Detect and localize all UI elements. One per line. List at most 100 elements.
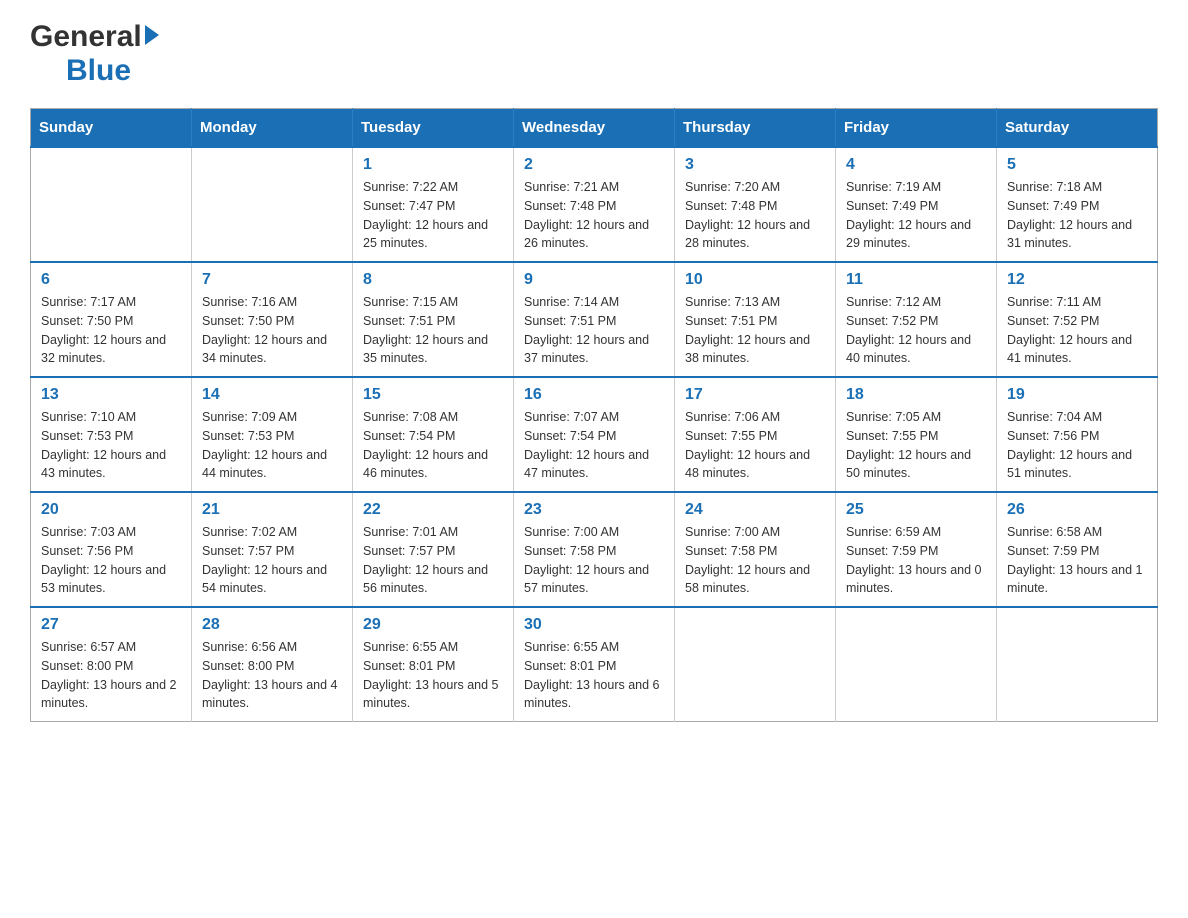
day-info: Sunrise: 7:02 AMSunset: 7:57 PMDaylight:… <box>202 523 342 598</box>
calendar-day-cell: 9 Sunrise: 7:14 AMSunset: 7:51 PMDaylight… <box>514 262 675 377</box>
calendar-week-row: 27 Sunrise: 6:57 AMSunset: 8:00 PMDayligh… <box>31 607 1158 722</box>
weekday-header-saturday: Saturday <box>997 109 1158 148</box>
calendar-day-cell: 20Sunrise: 7:03 AMSunset: 7:56 PMDayligh… <box>31 492 192 607</box>
day-number: 29 <box>363 616 503 634</box>
day-info: Sunrise: 7:19 AMSunset: 7:49 PMDaylight:… <box>846 178 986 253</box>
calendar-day-cell: 11 Sunrise: 7:12 AMSunset: 7:52 PMDayligh… <box>836 262 997 377</box>
calendar-week-row: 20Sunrise: 7:03 AMSunset: 7:56 PMDayligh… <box>31 492 1158 607</box>
calendar-day-cell: 24Sunrise: 7:00 AMSunset: 7:58 PMDayligh… <box>675 492 836 607</box>
calendar-day-cell: 10 Sunrise: 7:13 AMSunset: 7:51 PMDayligh… <box>675 262 836 377</box>
day-info: Sunrise: 7:17 AMSunset: 7:50 PMDaylight:… <box>41 293 181 368</box>
calendar-day-cell: 7 Sunrise: 7:16 AMSunset: 7:50 PMDaylight… <box>192 262 353 377</box>
logo-general-text: General <box>30 20 142 54</box>
day-number: 23 <box>524 501 664 519</box>
day-info: Sunrise: 7:09 AMSunset: 7:53 PMDaylight:… <box>202 408 342 483</box>
day-info: Sunrise: 7:08 AMSunset: 7:54 PMDaylight:… <box>363 408 503 483</box>
day-number: 19 <box>1007 386 1147 404</box>
calendar-day-cell: 8 Sunrise: 7:15 AMSunset: 7:51 PMDaylight… <box>353 262 514 377</box>
calendar-day-cell: 6 Sunrise: 7:17 AMSunset: 7:50 PMDaylight… <box>31 262 192 377</box>
calendar-empty-cell <box>836 607 997 722</box>
day-info: Sunrise: 7:18 AMSunset: 7:49 PMDaylight:… <box>1007 178 1147 253</box>
calendar-day-cell: 23 Sunrise: 7:00 AMSunset: 7:58 PMDayligh… <box>514 492 675 607</box>
calendar-header-row: SundayMondayTuesdayWednesdayThursdayFrid… <box>31 109 1158 148</box>
calendar-day-cell: 3 Sunrise: 7:20 AMSunset: 7:48 PMDaylight… <box>675 147 836 262</box>
day-number: 17 <box>685 386 825 404</box>
calendar-day-cell: 19 Sunrise: 7:04 AMSunset: 7:56 PMDayligh… <box>997 377 1158 492</box>
day-info: Sunrise: 6:56 AMSunset: 8:00 PMDaylight:… <box>202 638 342 713</box>
day-info: Sunrise: 6:58 AMSunset: 7:59 PMDaylight:… <box>1007 523 1147 598</box>
day-info: Sunrise: 7:07 AMSunset: 7:54 PMDaylight:… <box>524 408 664 483</box>
weekday-header-thursday: Thursday <box>675 109 836 148</box>
calendar-day-cell: 27 Sunrise: 6:57 AMSunset: 8:00 PMDayligh… <box>31 607 192 722</box>
day-number: 5 <box>1007 156 1147 174</box>
day-info: Sunrise: 7:00 AMSunset: 7:58 PMDaylight:… <box>685 523 825 598</box>
calendar-day-cell: 30 Sunrise: 6:55 AMSunset: 8:01 PMDayligh… <box>514 607 675 722</box>
page-header: General Blue <box>30 20 1158 88</box>
day-info: Sunrise: 6:59 AMSunset: 7:59 PMDaylight:… <box>846 523 986 598</box>
day-number: 28 <box>202 616 342 634</box>
calendar-day-cell: 28 Sunrise: 6:56 AMSunset: 8:00 PMDayligh… <box>192 607 353 722</box>
calendar-day-cell: 18Sunrise: 7:05 AMSunset: 7:55 PMDayligh… <box>836 377 997 492</box>
day-info: Sunrise: 7:06 AMSunset: 7:55 PMDaylight:… <box>685 408 825 483</box>
day-info: Sunrise: 7:00 AMSunset: 7:58 PMDaylight:… <box>524 523 664 598</box>
day-info: Sunrise: 7:13 AMSunset: 7:51 PMDaylight:… <box>685 293 825 368</box>
day-info: Sunrise: 7:16 AMSunset: 7:50 PMDaylight:… <box>202 293 342 368</box>
day-number: 3 <box>685 156 825 174</box>
calendar-week-row: 6 Sunrise: 7:17 AMSunset: 7:50 PMDaylight… <box>31 262 1158 377</box>
day-info: Sunrise: 7:12 AMSunset: 7:52 PMDaylight:… <box>846 293 986 368</box>
day-number: 7 <box>202 271 342 289</box>
day-info: Sunrise: 7:14 AMSunset: 7:51 PMDaylight:… <box>524 293 664 368</box>
day-info: Sunrise: 7:10 AMSunset: 7:53 PMDaylight:… <box>41 408 181 483</box>
day-number: 4 <box>846 156 986 174</box>
day-number: 6 <box>41 271 181 289</box>
calendar-day-cell: 21Sunrise: 7:02 AMSunset: 7:57 PMDayligh… <box>192 492 353 607</box>
calendar-day-cell: 13Sunrise: 7:10 AMSunset: 7:53 PMDayligh… <box>31 377 192 492</box>
calendar-day-cell: 25 Sunrise: 6:59 AMSunset: 7:59 PMDayligh… <box>836 492 997 607</box>
calendar-week-row: 1 Sunrise: 7:22 AMSunset: 7:47 PMDaylight… <box>31 147 1158 262</box>
day-number: 15 <box>363 386 503 404</box>
weekday-header-monday: Monday <box>192 109 353 148</box>
day-number: 2 <box>524 156 664 174</box>
day-info: Sunrise: 7:21 AMSunset: 7:48 PMDaylight:… <box>524 178 664 253</box>
calendar-empty-cell <box>192 147 353 262</box>
calendar-empty-cell <box>675 607 836 722</box>
calendar-week-row: 13Sunrise: 7:10 AMSunset: 7:53 PMDayligh… <box>31 377 1158 492</box>
calendar-empty-cell <box>31 147 192 262</box>
day-info: Sunrise: 7:15 AMSunset: 7:51 PMDaylight:… <box>363 293 503 368</box>
calendar-day-cell: 29 Sunrise: 6:55 AMSunset: 8:01 PMDayligh… <box>353 607 514 722</box>
day-number: 1 <box>363 156 503 174</box>
calendar-day-cell: 17 Sunrise: 7:06 AMSunset: 7:55 PMDayligh… <box>675 377 836 492</box>
day-number: 30 <box>524 616 664 634</box>
calendar-day-cell: 5 Sunrise: 7:18 AMSunset: 7:49 PMDaylight… <box>997 147 1158 262</box>
day-info: Sunrise: 6:57 AMSunset: 8:00 PMDaylight:… <box>41 638 181 713</box>
day-info: Sunrise: 7:11 AMSunset: 7:52 PMDaylight:… <box>1007 293 1147 368</box>
day-info: Sunrise: 7:05 AMSunset: 7:55 PMDaylight:… <box>846 408 986 483</box>
day-number: 27 <box>41 616 181 634</box>
day-info: Sunrise: 7:20 AMSunset: 7:48 PMDaylight:… <box>685 178 825 253</box>
logo-blue-text: Blue <box>66 54 131 87</box>
day-number: 11 <box>846 271 986 289</box>
day-number: 12 <box>1007 271 1147 289</box>
calendar-table: SundayMondayTuesdayWednesdayThursdayFrid… <box>30 108 1158 722</box>
day-info: Sunrise: 7:01 AMSunset: 7:57 PMDaylight:… <box>363 523 503 598</box>
day-number: 25 <box>846 501 986 519</box>
day-number: 22 <box>363 501 503 519</box>
calendar-empty-cell <box>997 607 1158 722</box>
weekday-header-sunday: Sunday <box>31 109 192 148</box>
day-info: Sunrise: 7:04 AMSunset: 7:56 PMDaylight:… <box>1007 408 1147 483</box>
logo: General Blue <box>30 20 161 88</box>
calendar-day-cell: 26 Sunrise: 6:58 AMSunset: 7:59 PMDayligh… <box>997 492 1158 607</box>
day-number: 20 <box>41 501 181 519</box>
logo-combined: General <box>30 20 161 54</box>
day-number: 16 <box>524 386 664 404</box>
day-number: 26 <box>1007 501 1147 519</box>
day-number: 10 <box>685 271 825 289</box>
day-info: Sunrise: 7:22 AMSunset: 7:47 PMDaylight:… <box>363 178 503 253</box>
day-number: 14 <box>202 386 342 404</box>
calendar-day-cell: 14 Sunrise: 7:09 AMSunset: 7:53 PMDayligh… <box>192 377 353 492</box>
day-number: 8 <box>363 271 503 289</box>
calendar-day-cell: 1 Sunrise: 7:22 AMSunset: 7:47 PMDaylight… <box>353 147 514 262</box>
day-number: 9 <box>524 271 664 289</box>
day-info: Sunrise: 6:55 AMSunset: 8:01 PMDaylight:… <box>363 638 503 713</box>
day-info: Sunrise: 6:55 AMSunset: 8:01 PMDaylight:… <box>524 638 664 713</box>
